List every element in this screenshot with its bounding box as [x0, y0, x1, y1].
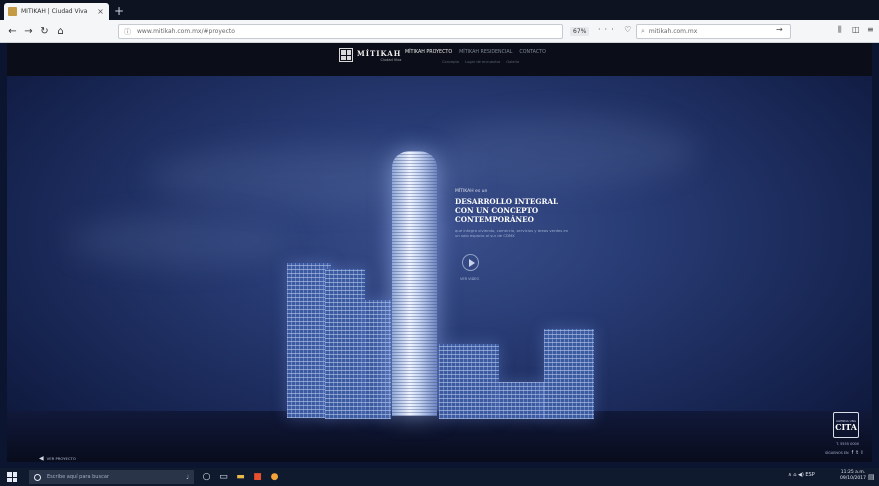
building-mid-illustration: [365, 300, 391, 419]
social-label: SÍGUENOS EN: [825, 451, 849, 455]
taskbar-clock[interactable]: 11:25 a.m. 09/10/2017: [840, 470, 866, 482]
forward-icon[interactable]: →: [22, 25, 35, 38]
site-logo[interactable]: MÍTIKAH Ciudad Viva: [339, 48, 401, 62]
library-icon[interactable]: ⫼: [838, 25, 842, 35]
hero-headline: DESARROLLO INTEGRAL CON UN CONCEPTO CONT…: [455, 197, 595, 224]
browser-toolbar: ← → ↻ ⌂ ⓘ www.mitikah.com.mx/#proyecto 6…: [0, 20, 879, 43]
browser-tab[interactable]: MÍTIKAH | Ciudad Viva ×: [4, 3, 109, 20]
search-text[interactable]: mitikah.com.mx: [649, 28, 786, 35]
taskbar-search-placeholder[interactable]: Escribe aquí para buscar: [47, 474, 186, 480]
menu-icon[interactable]: ≡: [867, 25, 874, 34]
os-taskbar: Escribe aquí para buscar ♩ ○ ▭ ▬ ■ ● ∧ ⌂…: [0, 468, 879, 486]
nav-item-contacto[interactable]: Contacto: [519, 50, 546, 55]
main-nav: Mítikah proyecto Mítikah residencial Con…: [405, 50, 546, 55]
sub-nav: Concepto Lugar de encuentro Galería: [442, 60, 519, 64]
hero-intro: MÍTIKAH es un: [455, 189, 488, 194]
headline-line: DESARROLLO INTEGRAL: [455, 197, 559, 206]
tab-close-icon[interactable]: ×: [96, 7, 105, 16]
system-tray[interactable]: ∧ ⌂ ◀) ESP: [788, 472, 815, 478]
play-video-label[interactable]: VER VIDEO: [460, 277, 479, 281]
logo-tagline: Ciudad Viva: [380, 57, 402, 62]
play-video-button[interactable]: [462, 254, 479, 271]
task-switch-icon[interactable]: ▭: [217, 471, 230, 483]
social-links: SÍGUENOS EN f t i: [825, 450, 863, 456]
microphone-icon[interactable]: ♩: [186, 474, 189, 481]
windows-start-icon[interactable]: [7, 472, 17, 482]
tab-title: MÍTIKAH | Ciudad Viva: [21, 8, 88, 15]
cita-label: CITA: [835, 421, 857, 432]
subnav-item-galeria[interactable]: Galería: [506, 60, 519, 64]
building-low-illustration: [439, 344, 499, 419]
main-tower-illustration: [392, 151, 437, 416]
view-project-label: VER PROYECTO: [46, 456, 76, 461]
sidebar-icon[interactable]: ◫: [852, 25, 860, 34]
file-explorer-icon[interactable]: ▬: [234, 471, 247, 483]
nav-item-proyecto[interactable]: Mítikah proyecto: [405, 50, 452, 55]
hero-body: que integra vivienda, comercio, servicio…: [455, 228, 569, 238]
cloud-illustration: [67, 216, 287, 266]
reload-icon[interactable]: ↻: [38, 25, 51, 38]
home-icon[interactable]: ⌂: [54, 25, 67, 38]
notifications-icon[interactable]: ▤: [868, 473, 875, 481]
twitter-icon[interactable]: t: [856, 450, 858, 456]
instagram-icon[interactable]: i: [861, 450, 862, 456]
back-icon[interactable]: ←: [6, 25, 19, 38]
search-bar[interactable]: ⌕ mitikah.com.mx: [636, 24, 791, 39]
clock-date: 09/10/2017: [840, 476, 866, 481]
subnav-item-concepto[interactable]: Concepto: [442, 60, 459, 64]
address-bar[interactable]: ⓘ www.mitikah.com.mx/#proyecto: [118, 24, 563, 39]
site-favicon-icon: [8, 7, 17, 16]
cortana-icon: [34, 473, 41, 481]
hero-copy: MÍTIKAH es un DESARROLLO INTEGRAL CON UN…: [455, 189, 595, 238]
search-icon: ⌕: [641, 27, 645, 35]
logo-mark-icon: [339, 48, 353, 62]
site-info-icon[interactable]: ⓘ: [124, 27, 131, 37]
building-right-illustration: [544, 329, 594, 419]
url-text[interactable]: www.mitikah.com.mx/#proyecto: [137, 28, 557, 35]
office-app-icon[interactable]: ■: [251, 471, 264, 483]
firefox-icon[interactable]: ●: [268, 471, 281, 483]
facebook-icon[interactable]: f: [852, 450, 854, 456]
task-view-icon[interactable]: ○: [200, 471, 213, 483]
nav-item-residencial[interactable]: Mítikah residencial: [459, 50, 512, 55]
headline-line: CONTEMPORÁNEO: [455, 215, 534, 224]
building-left2-illustration: [325, 269, 365, 419]
search-go-icon[interactable]: →: [776, 25, 783, 34]
hero-section: MÍTIKAH es un DESARROLLO INTEGRAL CON UN…: [7, 76, 872, 462]
new-tab-button[interactable]: +: [112, 4, 126, 18]
taskbar-search[interactable]: Escribe aquí para buscar ♩: [29, 470, 194, 484]
appointment-button[interactable]: AGENDA UNA CITA: [833, 412, 859, 438]
arrow-left-icon: ◀: [39, 455, 44, 462]
view-project-link[interactable]: ◀ VER PROYECTO: [39, 455, 76, 462]
contact-phone[interactable]: T. 5555 0000: [829, 442, 859, 446]
zoom-level[interactable]: 67%: [570, 27, 590, 36]
cloud-illustration: [437, 116, 697, 186]
logo-name: MÍTIKAH: [357, 48, 402, 58]
tab-strip: MÍTIKAH | Ciudad Viva × +: [0, 0, 879, 20]
headline-line: CON UN CONCEPTO: [455, 206, 539, 215]
subnav-item-encuentro[interactable]: Lugar de encuentro: [465, 60, 500, 64]
site-header: MÍTIKAH Ciudad Viva Mítikah proyecto Mít…: [7, 43, 872, 76]
building-podium-illustration: [499, 382, 547, 419]
